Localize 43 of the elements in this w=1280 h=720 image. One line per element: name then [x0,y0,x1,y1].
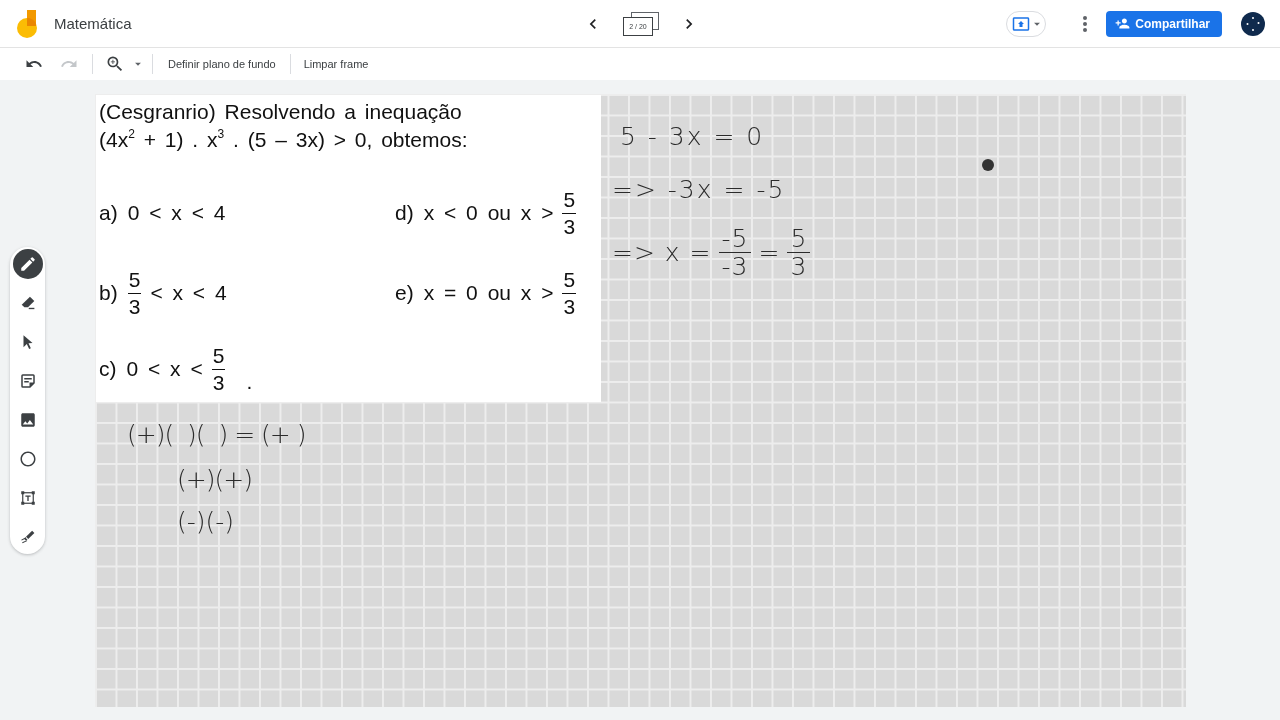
handwritten-fraction: 5 3 [787,225,811,280]
logo-icon [17,9,39,38]
option-text: < x < 4 [150,281,227,305]
zoom-in-icon [105,54,125,74]
handwritten-text: (-)(-) [177,507,235,537]
option-text: 0 < x < [126,357,203,381]
option-letter: d) [395,201,414,225]
tool-button[interactable] [12,248,43,279]
option-letter: a) [99,201,118,225]
toolbar-action[interactable]: Definir plano de fundo [168,58,276,70]
option-text: . [246,369,253,394]
fraction: 5 3 [562,186,577,240]
toolbar-action[interactable]: Limpar frame [303,58,369,70]
option-letter: c) [99,357,117,381]
handwritten-text: => -3x = -5 [612,175,786,205]
ink-dot-icon [982,159,994,171]
option-letter: b) [99,281,118,305]
text-box-icon [18,488,37,507]
handwritten-text: 5 - 3x = 0 [620,122,765,152]
option-letter: e) [395,281,414,305]
fraction: 5 3 [127,266,142,320]
present-screen-icon [1012,14,1031,33]
avatar-icon[interactable] [1241,11,1265,36]
handwritten-text: (+)( )( ) = (+ ) [127,420,306,450]
zoom-button[interactable] [105,54,125,74]
handwritten-text: => x = [612,237,712,268]
image-icon [18,410,37,429]
share-button[interactable]: Compartilhar [1106,10,1222,37]
present-button[interactable] [1006,10,1047,37]
pencil-icon [18,254,37,273]
option-text: x = 0 ou x > [423,281,554,305]
question-text: (Cesgranrio) Resolvendo a inequação (4x$^{2}$ + 1) . x$^{3}$ . (5 – 3x) > 0, obtemos: [99,99,469,153]
document-title: Matemática [54,15,132,32]
fraction: 5 3 [562,266,577,320]
option-text: 0 < x < 4 [127,201,226,225]
handwritten-text: (+)(+) [177,465,252,495]
option-text: x < 0 ou x > [423,201,554,225]
fraction: 5 3 [211,342,226,396]
handwritten-fraction: -5 -3 [718,225,752,280]
note-icon [18,371,37,390]
person-add-icon [1115,16,1131,31]
handwritten-text: = [758,237,781,268]
more-vertical-icon [1083,15,1088,32]
